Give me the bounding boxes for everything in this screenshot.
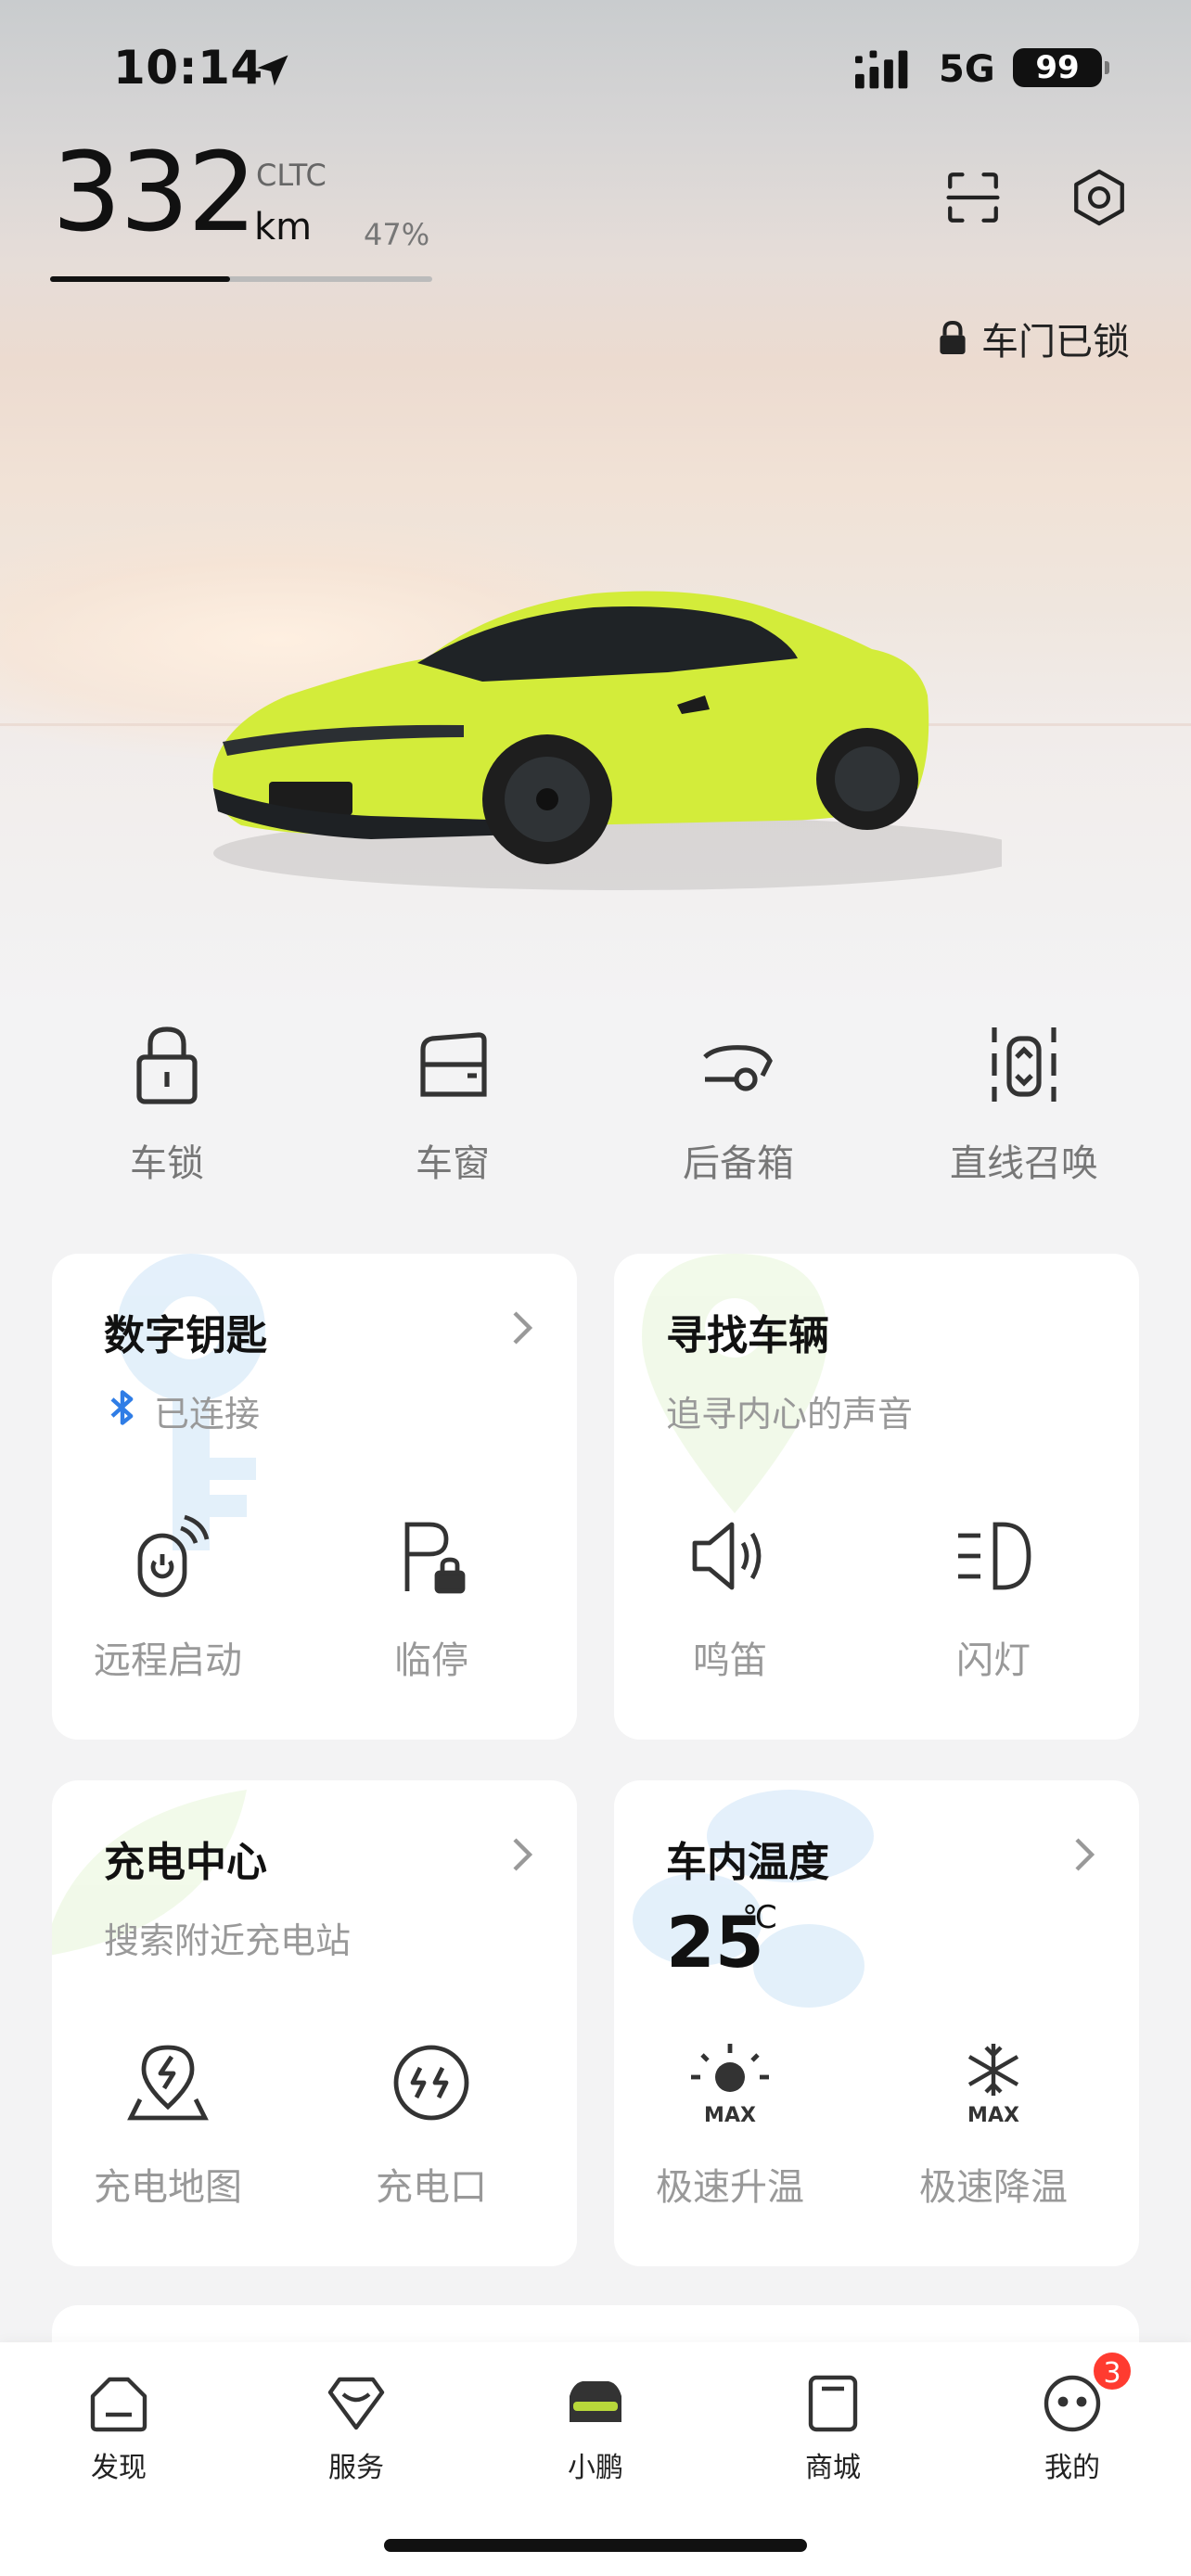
digital-key-card[interactable]: 数字钥匙 已连接 远程启动 临停 [52,1254,577,1740]
find-car-card[interactable]: 寻找车辆 追寻内心的声音 鸣笛 闪灯 [614,1254,1139,1740]
charging-center-card[interactable]: 充电中心 搜索附近充电站 充电地图 充电口 [52,1780,577,2266]
trunk-icon [703,1045,773,1091]
home-indicator [384,2539,807,2552]
quick-action-label: 车锁 [130,1142,204,1185]
quick-action-label: 直线召唤 [950,1142,1098,1185]
quick-actions: 车锁 车窗 后备箱 直线召唤 [0,1020,1191,1205]
car-image [212,591,1002,890]
tab-discover[interactable]: 发现 [26,2370,211,2485]
action-label: 鸣笛 [693,1639,767,1682]
battery-indicator: 99 [1013,48,1109,87]
charging-map-button[interactable]: 充电地图 [52,2040,284,2211]
action-label: 远程启动 [94,1639,242,1682]
flash-lights-button[interactable]: 闪灯 [877,1513,1109,1684]
connection-status: 已连接 [154,1394,261,1435]
action-label: 极速升温 [656,2166,804,2209]
chevron-right-icon [513,1311,533,1345]
quick-action-label: 车窗 [416,1142,490,1185]
range-value: 332 [52,128,257,256]
network-type: 5G [939,48,995,91]
tab-profile[interactable]: 我的 [980,2370,1165,2485]
max-text: MAX [967,2104,1019,2125]
temperature-unit: ℃ [742,1899,778,1936]
car-tab-icon [570,2381,621,2422]
action-label: 充电口 [376,2166,487,2209]
notification-badge: 3 [1091,2350,1133,2392]
discover-icon [90,2377,147,2432]
tab-service[interactable]: 服务 [263,2370,449,2485]
chevron-right-icon [513,1838,533,1871]
tab-label: 发现 [91,2452,147,2484]
rapid-heat-button[interactable]: MAX 极速升温 [614,2040,846,2211]
card-title: 车内温度 [666,1839,829,1886]
range-unit: km [254,206,313,249]
scan-icon[interactable] [942,167,1004,228]
lock-icon [136,1027,198,1104]
status-time: 10:14 [113,41,263,95]
quick-action-trunk[interactable]: 后备箱 [627,1020,850,1187]
action-label: 临停 [394,1639,468,1682]
temp-parking-button[interactable]: 临停 [315,1513,547,1684]
tab-label: 小鹏 [568,2452,623,2484]
service-icon [327,2377,385,2430]
chevron-right-icon [1075,1838,1095,1871]
quick-action-window[interactable]: 车窗 [341,1020,564,1187]
range-standard: CLTC [256,158,327,193]
bluetooth-icon [110,1390,134,1425]
charge-port-button[interactable]: 充电口 [315,2040,547,2211]
remote-start-button[interactable]: 远程启动 [52,1513,284,1684]
horn-icon [692,1522,762,1590]
rapid-cool-button[interactable]: MAX 极速降温 [877,2040,1109,2211]
parking-lock-icon [404,1522,466,1594]
tab-label: 商城 [805,2452,861,2484]
action-label: 极速降温 [919,2166,1068,2209]
remote-start-icon [137,1514,210,1598]
card-title: 充电中心 [104,1839,267,1886]
headlight-icon [958,1522,1031,1590]
sun-max-icon: MAX [691,2044,769,2125]
tab-label: 我的 [1044,2452,1100,2484]
range-progress-fill [50,276,230,282]
tab-label: 服务 [328,2452,384,2484]
card-subtitle: 追寻内心的声音 [666,1394,914,1435]
door-lock-label: 车门已锁 [981,321,1130,363]
max-text: MAX [704,2104,756,2125]
summon-icon [992,1027,1057,1102]
tab-store[interactable]: 商城 [740,2370,926,2485]
charging-map-icon [127,2045,209,2121]
quick-action-label: 后备箱 [683,1142,794,1185]
range-progress-bar [50,276,432,282]
snowflake-max-icon: MAX [967,2044,1019,2125]
action-label: 充电地图 [94,2166,242,2209]
cellular-signal-icon [855,50,908,89]
quick-action-lock[interactable]: 车锁 [56,1020,278,1187]
action-label: 闪灯 [956,1639,1031,1682]
padlock-icon [940,320,966,354]
window-icon [420,1032,487,1097]
card-title: 寻找车辆 [666,1312,829,1359]
battery-percent: 47% [364,217,430,252]
cabin-temp-card[interactable]: 车内温度 25 ℃ MAX 极速升温 MAX 极速降温 [614,1780,1139,2266]
store-icon [808,2375,858,2432]
door-lock-status: 车门已锁 [937,312,1130,365]
quick-action-summon[interactable]: 直线召唤 [913,1020,1135,1187]
tab-xpeng[interactable]: 小鹏 [503,2370,688,2485]
charge-port-icon [393,2045,469,2121]
card-title: 数字钥匙 [104,1312,267,1359]
card-subtitle: 搜索附近充电站 [104,1920,352,1961]
settings-icon[interactable] [1069,167,1130,228]
location-arrow-icon [257,55,288,86]
honk-button[interactable]: 鸣笛 [614,1513,846,1684]
